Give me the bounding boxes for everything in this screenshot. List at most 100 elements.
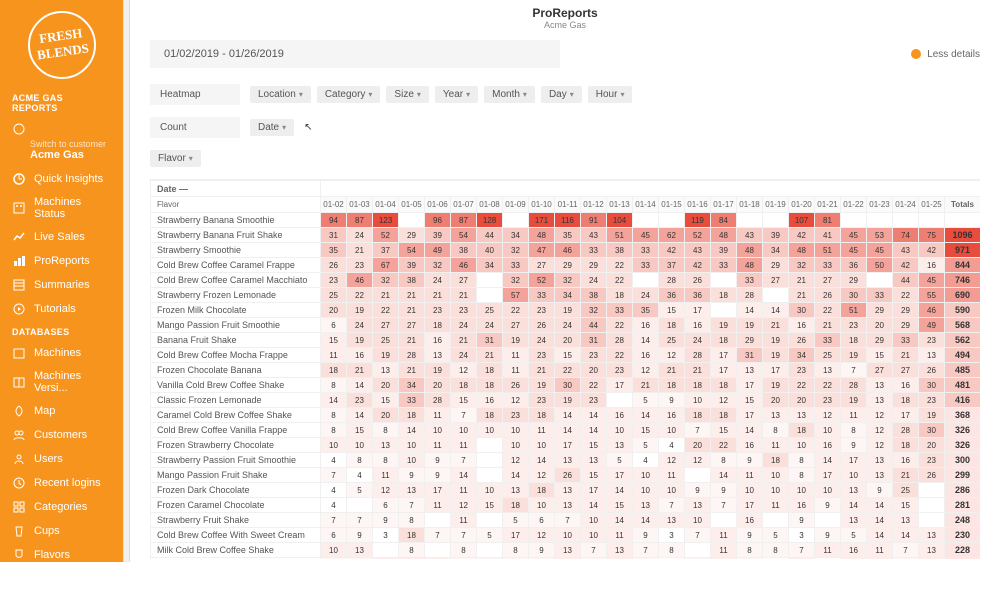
heatmap-cell[interactable]: 43 <box>685 243 711 258</box>
heatmap-cell[interactable]: 18 <box>399 528 425 543</box>
heatmap-cell[interactable]: 9 <box>841 438 867 453</box>
heatmap-cell[interactable]: 20 <box>763 393 789 408</box>
heatmap-cell[interactable]: 16 <box>789 498 815 513</box>
heatmap-cell[interactable]: 10 <box>529 438 555 453</box>
heatmap-cell[interactable]: 13 <box>685 498 711 513</box>
date-header-01-09[interactable]: 01-09 <box>503 197 529 213</box>
heatmap-cell[interactable]: 5 <box>763 528 789 543</box>
heatmap-cell[interactable]: 39 <box>763 228 789 243</box>
heatmap-cell[interactable]: 23 <box>581 393 607 408</box>
heatmap-cell[interactable] <box>607 393 633 408</box>
heatmap-cell[interactable]: 26 <box>919 363 945 378</box>
heatmap-cell[interactable]: 27 <box>867 363 893 378</box>
heatmap-cell[interactable]: 8 <box>763 423 789 438</box>
heatmap-cell[interactable]: 23 <box>529 393 555 408</box>
heatmap-cell[interactable]: 15 <box>555 348 581 363</box>
heatmap-cell[interactable]: 7 <box>451 528 477 543</box>
heatmap-cell[interactable]: 10 <box>425 423 451 438</box>
heatmap-cell[interactable]: 7 <box>633 543 659 558</box>
date-header-01-14[interactable]: 01-14 <box>633 197 659 213</box>
heatmap-cell[interactable]: 9 <box>815 528 841 543</box>
pill-category[interactable]: Category▾ <box>317 86 381 103</box>
heatmap-cell[interactable]: 3 <box>789 528 815 543</box>
date-header-01-13[interactable]: 01-13 <box>607 197 633 213</box>
heatmap-cell[interactable]: 27 <box>529 258 555 273</box>
heatmap-cell[interactable]: 23 <box>919 453 945 468</box>
heatmap-cell[interactable]: 46 <box>555 243 581 258</box>
heatmap-cell[interactable]: 23 <box>607 363 633 378</box>
heatmap-cell[interactable]: 50 <box>867 258 893 273</box>
heatmap-cell[interactable]: 13 <box>373 438 399 453</box>
flavor-cell[interactable]: Frozen Milk Chocolate <box>151 303 321 318</box>
pill-hour[interactable]: Hour▾ <box>588 86 633 103</box>
flavor-cell[interactable]: Frozen Chocolate Banana <box>151 363 321 378</box>
heatmap-cell[interactable]: 10 <box>633 483 659 498</box>
flavor-cell[interactable]: Vanilla Cold Brew Coffee Shake <box>151 378 321 393</box>
date-header-01-21[interactable]: 01-21 <box>815 197 841 213</box>
flavor-cell[interactable]: Cold Brew Coffee Mocha Frappe <box>151 348 321 363</box>
heatmap-cell[interactable]: 14 <box>867 513 893 528</box>
heatmap-cell[interactable]: 25 <box>893 483 919 498</box>
heatmap-cell[interactable]: 32 <box>373 273 399 288</box>
heatmap-cell[interactable]: 84 <box>711 213 737 228</box>
heatmap-cell[interactable]: 13 <box>581 453 607 468</box>
sidebar-item-quick-insights[interactable]: Quick Insights <box>0 167 123 191</box>
heatmap-cell[interactable]: 21 <box>399 303 425 318</box>
heatmap-cell[interactable]: 21 <box>347 243 373 258</box>
total-cell[interactable]: 300 <box>945 453 981 468</box>
heatmap-cell[interactable]: 10 <box>633 468 659 483</box>
heatmap-cell[interactable]: 10 <box>503 438 529 453</box>
heatmap-cell[interactable]: 10 <box>685 513 711 528</box>
heatmap-cell[interactable]: 23 <box>529 348 555 363</box>
heatmap-cell[interactable]: 14 <box>607 513 633 528</box>
total-cell[interactable]: 481 <box>945 378 981 393</box>
heatmap-cell[interactable]: 7 <box>893 543 919 558</box>
sidebar-item-map[interactable]: Map <box>0 399 123 423</box>
heatmap-cell[interactable]: 43 <box>737 228 763 243</box>
heatmap-cell[interactable]: 9 <box>737 453 763 468</box>
heatmap-cell[interactable]: 17 <box>581 483 607 498</box>
heatmap-cell[interactable]: 5 <box>607 453 633 468</box>
heatmap-cell[interactable]: 31 <box>477 333 503 348</box>
heatmap-cell[interactable]: 14 <box>529 453 555 468</box>
heatmap-cell[interactable]: 18 <box>893 393 919 408</box>
pill-flavor[interactable]: Flavor ▾ <box>150 150 201 167</box>
heatmap-cell[interactable]: 14 <box>555 423 581 438</box>
heatmap-cell[interactable]: 11 <box>867 543 893 558</box>
heatmap-cell[interactable]: 12 <box>451 363 477 378</box>
heatmap-cell[interactable]: 6 <box>373 498 399 513</box>
heatmap-cell[interactable]: 12 <box>373 483 399 498</box>
heatmap-cell[interactable]: 24 <box>347 228 373 243</box>
heatmap-cell[interactable]: 17 <box>711 363 737 378</box>
heatmap-cell[interactable]: 13 <box>815 363 841 378</box>
heatmap-cell[interactable]: 4 <box>347 468 373 483</box>
heatmap-cell[interactable]: 22 <box>607 258 633 273</box>
heatmap-cell[interactable]: 6 <box>529 513 555 528</box>
heatmap-cell[interactable]: 33 <box>399 393 425 408</box>
heatmap-cell[interactable]: 10 <box>399 453 425 468</box>
heatmap-cell[interactable]: 13 <box>555 543 581 558</box>
heatmap-cell[interactable]: 23 <box>919 393 945 408</box>
heatmap-cell[interactable]: 12 <box>685 453 711 468</box>
heatmap-cell[interactable]: 21 <box>789 288 815 303</box>
flavor-cell[interactable]: Caramel Cold Brew Coffee Shake <box>151 408 321 423</box>
heatmap-cell[interactable] <box>503 213 529 228</box>
total-cell[interactable]: 299 <box>945 468 981 483</box>
heatmap-cell[interactable]: 5 <box>633 438 659 453</box>
heatmap-cell[interactable]: 13 <box>555 453 581 468</box>
heatmap-cell[interactable]: 21 <box>763 318 789 333</box>
heatmap-cell[interactable]: 22 <box>607 318 633 333</box>
heatmap-cell[interactable]: 44 <box>581 318 607 333</box>
sidebar-item-recent-logins[interactable]: Recent logins <box>0 471 123 495</box>
heatmap-cell[interactable]: 14 <box>737 423 763 438</box>
heatmap-cell[interactable]: 13 <box>425 348 451 363</box>
heatmap-cell[interactable]: 10 <box>529 498 555 513</box>
heatmap-cell[interactable]: 22 <box>347 288 373 303</box>
total-cell[interactable]: 690 <box>945 288 981 303</box>
heatmap-cell[interactable]: 20 <box>555 333 581 348</box>
total-cell[interactable]: 562 <box>945 333 981 348</box>
heatmap-cell[interactable]: 18 <box>711 378 737 393</box>
date-range-picker[interactable]: 01/02/2019 - 01/26/2019 <box>150 40 560 68</box>
heatmap-cell[interactable]: 9 <box>347 528 373 543</box>
heatmap-cell[interactable]: 7 <box>321 513 347 528</box>
